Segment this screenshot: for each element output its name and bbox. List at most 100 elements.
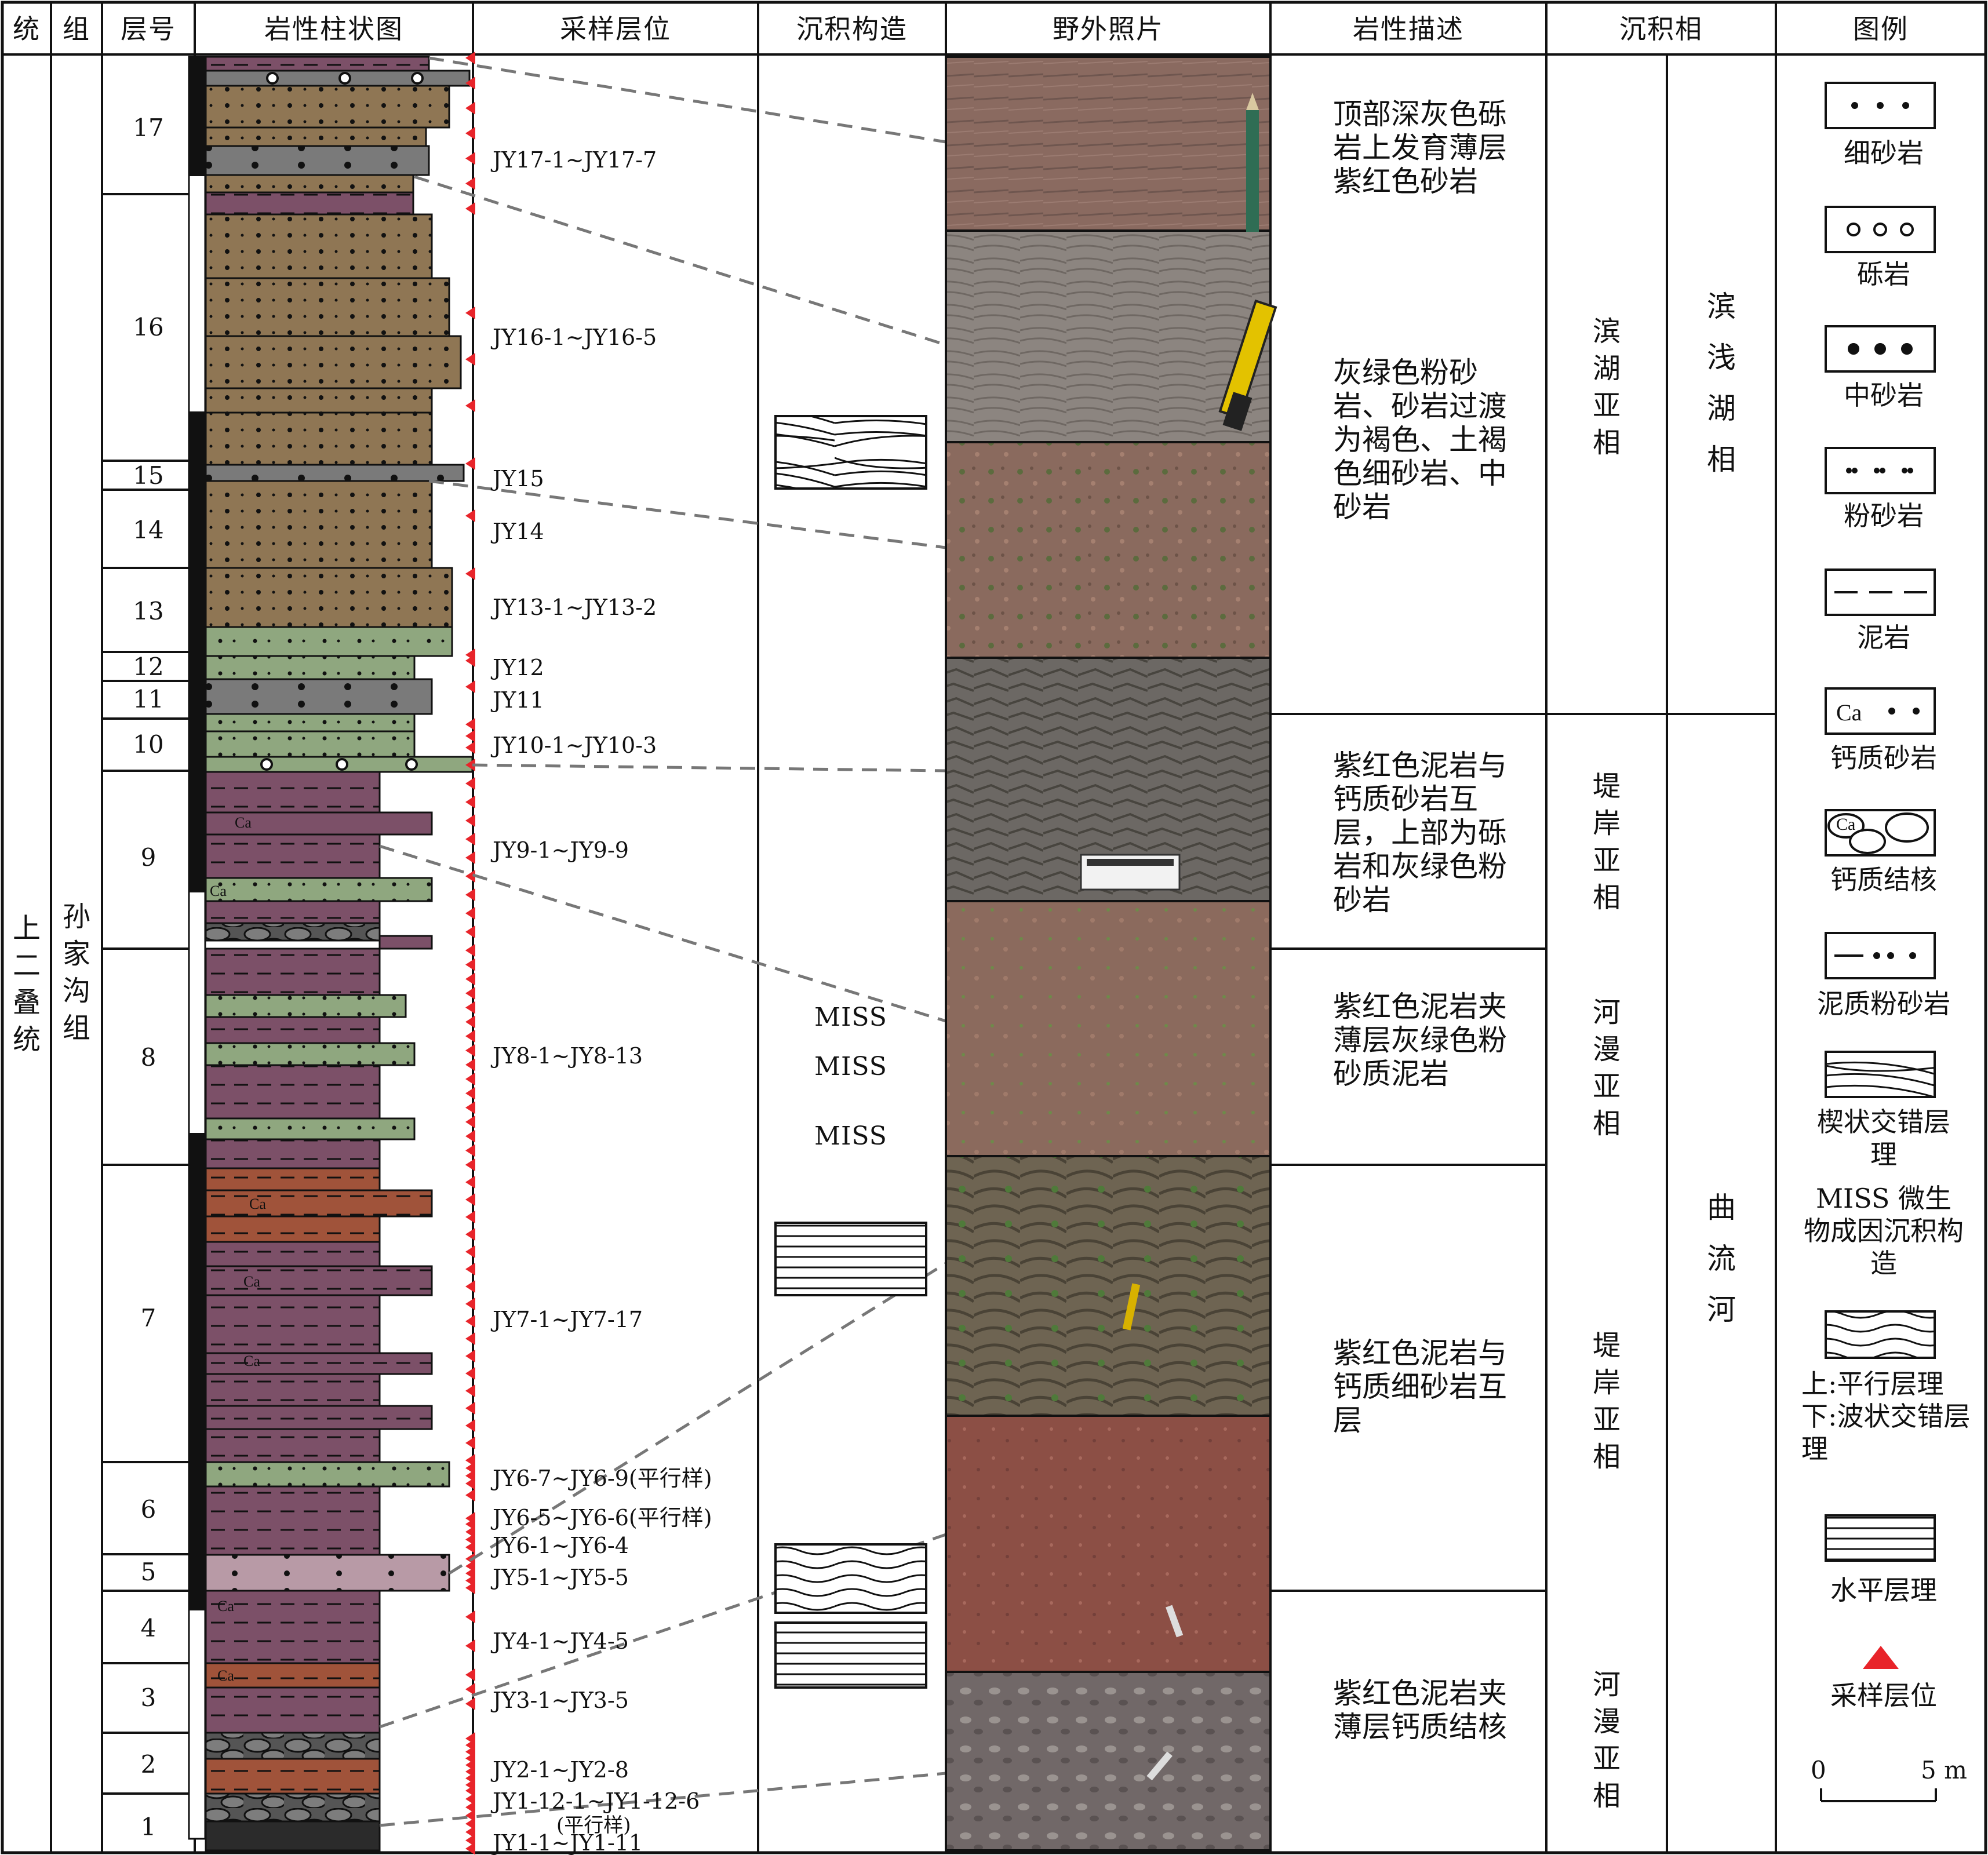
sample-marker [465,1015,475,1029]
sample-label: JY1-1~JY1-11 [493,1830,643,1855]
scale-max: 5 m [1921,1756,1967,1784]
legend-label: MISS 微生物成因沉积构造 [1804,1183,1964,1279]
sample-marker [465,777,475,790]
layer-number: 3 [140,1683,156,1712]
sample-marker [465,1384,475,1397]
sample-marker [465,307,475,319]
sample-label: JY8-1~JY8-13 [493,1043,643,1069]
sample-marker [465,1477,475,1490]
sample-label: JY11 [493,687,544,713]
sample-label: JY10-1~JY10-3 [493,732,657,758]
subfacies: 河漫亚相 [1592,996,1621,1140]
sample-marker [465,1211,475,1223]
layer-number: 16 [133,313,164,341]
sample-label: JY14 [493,519,544,544]
sample-marker [465,833,475,845]
layer-number: 11 [133,685,164,713]
layer-number: 1 [140,1813,156,1841]
svg-text:Ca: Ca [235,814,252,831]
scale-zero: 0 [1811,1756,1826,1784]
header-series: 统 [13,13,41,45]
layer-number: 15 [133,461,164,490]
lithology-description: 灰绿色粉砂岩、砂岩过渡为褐色、土褐色细砂岩、中砂岩 [1333,356,1507,524]
sample-marker [465,1639,475,1652]
svg-text:Ca: Ca [249,1196,266,1212]
sample-label: JY6-5~JY6-6(平行样) [493,1505,712,1530]
lithology-description: 顶部深灰色砾岩上发育薄层紫红色砂岩 [1333,97,1507,198]
sample-marker [465,1437,475,1449]
sample-marker [465,1001,475,1014]
sample-marker [465,718,475,731]
legend-label: 上:平行层理 下:波状交错层理 [1801,1368,1971,1464]
sample-marker [465,814,475,827]
sample-marker [465,1489,475,1502]
sample-marker [465,177,475,190]
sample-marker [465,1315,475,1328]
sample-marker [465,152,475,165]
sample-marker [465,1158,475,1171]
sample-label: JY6-1~JY6-4 [493,1533,629,1558]
subfacies: 堤岸亚相 [1592,1329,1621,1473]
field-photos [945,56,1277,1852]
header-layer-no: 层号 [121,13,176,45]
sample-marker [465,1332,475,1345]
layer-number: 4 [140,1614,156,1642]
lithology-description: 紫红色泥岩与钙质砂岩互层，上部为砾岩和灰绿色粉砂岩 [1333,749,1507,917]
sample-marker [465,944,475,957]
legend-label: 泥质粉砂岩 [1817,988,1950,1019]
sample-marker [465,1263,475,1275]
sample-marker [465,925,475,938]
formation-name: 孙家沟组 [62,901,90,1044]
sample-marker [465,1087,475,1100]
sample-marker [465,202,475,215]
header-lithology-description: 岩性描述 [1353,13,1464,45]
layer-number: 7 [140,1304,156,1332]
legend-label: 中砂岩 [1844,380,1924,411]
legend-ca-text: Ca [1836,815,1856,834]
header-lithology-column: 岩性柱状图 [264,13,403,45]
layer-number: 5 [140,1558,156,1586]
sample-marker [465,1697,475,1710]
column-graphics: Ca Ca Ca Ca Ca Ca Ca [1,1,1987,1855]
sample-marker [465,1228,475,1241]
sample-marker [465,509,475,522]
layer-number: 2 [140,1750,156,1779]
sample-label: JY13-1~JY13-2 [493,595,657,620]
svg-text:Ca: Ca [210,883,227,899]
sample-marker [465,399,475,412]
sample-label: JY4-1~JY4-5 [493,1628,629,1654]
sample-marker [465,567,475,580]
sample-marker [465,1176,475,1189]
sample-marker [465,1193,475,1206]
sample-marker [465,1129,475,1143]
sample-marker [465,972,475,986]
sample-marker [465,101,475,115]
legend-label: 钙质砂岩 [1830,742,1937,774]
facies: 滨浅湖相 [1707,290,1736,476]
header-sedimentary-structure: 沉积构造 [796,13,908,45]
legend-label: 楔状交错层理 [1817,1106,1950,1170]
legend-symbols [1820,82,1937,1802]
layer-number: 17 [133,114,164,142]
sample-label: JY6-7~JY6-9(平行样) [493,1466,712,1491]
lithology-description: 紫红色泥岩夹薄层灰绿色粉砂质泥岩 [1333,990,1507,1091]
legend-label: 细砂岩 [1844,137,1924,169]
sample-marker [465,680,475,693]
sample-label: JY7-1~JY7-17 [493,1307,643,1332]
sample-marker [465,796,475,808]
sample-marker [465,888,475,901]
sample-marker [465,1116,475,1128]
legend-label: 泥岩 [1857,622,1910,653]
subfacies: 堤岸亚相 [1592,770,1621,914]
svg-text:Ca: Ca [217,1598,234,1615]
sample-marker [465,851,475,864]
sample-marker [465,1101,475,1114]
sample-marker [465,1610,475,1623]
sample-marker [465,1058,475,1072]
sample-marker [465,1144,475,1157]
sample-label: JY17-1~JY17-7 [493,147,657,173]
series-name: 上二叠统 [12,912,41,1056]
sample-marker [465,1541,475,1554]
layer-number: 10 [133,730,164,759]
sample-marker [465,127,475,140]
